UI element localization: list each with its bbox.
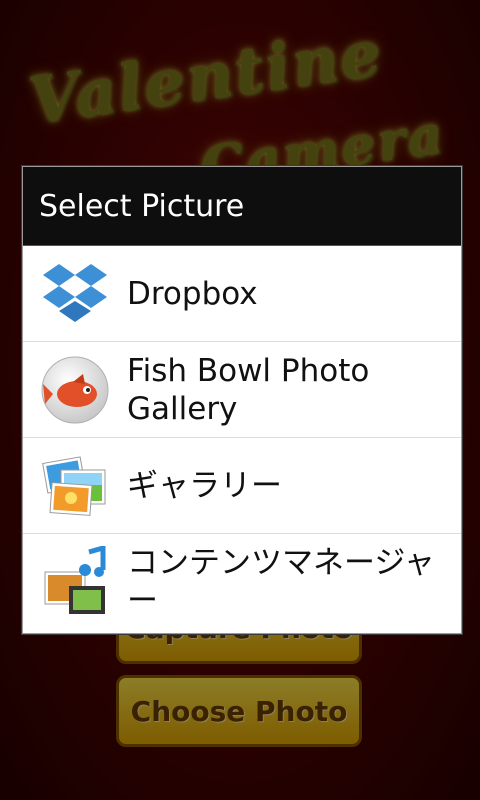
chooser-item-label: Dropbox [127, 275, 258, 312]
chooser-item-gallery[interactable]: ギャラリー [23, 438, 461, 534]
chooser-item-fish-bowl[interactable]: Fish Bowl Photo Gallery [23, 342, 461, 438]
select-picture-dialog: Select Picture Dropbox Fish Bowl Photo G… [22, 166, 462, 634]
chooser-item-content-manager[interactable]: コンテンツマネージャー [23, 534, 461, 630]
fish-bowl-icon [39, 354, 111, 426]
chooser-item-label: ギャラリー [127, 467, 282, 504]
chooser-item-dropbox[interactable]: Dropbox [23, 246, 461, 342]
chooser-item-label: コンテンツマネージャー [127, 545, 435, 619]
dialog-title: Select Picture [23, 167, 461, 246]
dropbox-icon [39, 258, 111, 330]
gallery-icon [39, 450, 111, 522]
content-manager-icon [39, 546, 111, 618]
chooser-item-label: Fish Bowl Photo Gallery [127, 352, 370, 427]
